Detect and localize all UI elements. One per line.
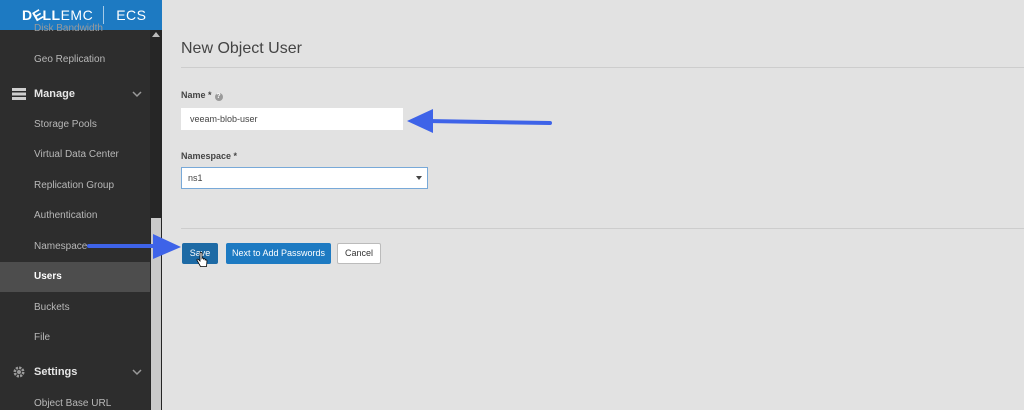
sidebar-item-object-base-url[interactable]: Object Base URL (0, 389, 150, 410)
chevron-down-icon (132, 91, 142, 98)
name-input[interactable] (181, 108, 403, 130)
dellemc-logo: DELLEMC (22, 5, 94, 25)
sidebar-item-buckets[interactable]: Buckets (0, 293, 150, 323)
namespace-label: Namespace * (181, 151, 238, 161)
sidebar-item-geo-replication[interactable]: Geo Replication (0, 45, 150, 75)
manage-icon (12, 88, 26, 100)
hand-cursor-icon (196, 252, 208, 267)
sidebar-group-label: Settings (34, 366, 78, 378)
sidebar-item-authentication[interactable]: Authentication (0, 201, 150, 231)
sidebar-item-users[interactable]: Users (0, 262, 150, 292)
main-content: New Object User Name *? Namespace * ns1 … (162, 0, 1024, 410)
namespace-select[interactable]: ns1 (181, 167, 428, 189)
name-label-row: Name *? (181, 90, 223, 101)
next-to-add-passwords-button[interactable]: Next to Add Passwords (226, 243, 331, 264)
help-icon[interactable]: ? (214, 93, 223, 101)
namespace-selected-value: ns1 (188, 173, 203, 183)
sidebar-item-replication-group[interactable]: Replication Group (0, 171, 150, 201)
sidebar-group-manage[interactable]: Manage (0, 79, 150, 109)
form-divider (181, 228, 1024, 229)
title-divider (181, 67, 1024, 68)
annotation-arrow-name (407, 109, 552, 133)
sidebar-item-virtual-data-center[interactable]: Virtual Data Center (0, 140, 150, 170)
chevron-down-icon (132, 369, 142, 376)
sidebar-scrollbar[interactable] (150, 30, 162, 410)
sidebar-item-storage-pools[interactable]: Storage Pools (0, 110, 150, 140)
sidebar: DELLEMC ECS Disk Bandwidth Geo Replicati… (0, 0, 162, 410)
cancel-button[interactable]: Cancel (337, 243, 381, 264)
sidebar-group-label: Manage (34, 88, 75, 100)
scroll-up-arrow-icon[interactable] (152, 32, 160, 37)
sidebar-item-file[interactable]: File (0, 323, 150, 353)
sidebar-item-disk-bandwidth[interactable]: Disk Bandwidth (0, 24, 150, 36)
annotation-arrow-save (87, 234, 181, 259)
product-name: ECS (116, 7, 147, 23)
brand-separator (103, 6, 105, 24)
sidebar-group-settings[interactable]: Settings (0, 357, 150, 387)
settings-icon (13, 366, 25, 378)
name-label: Name * (181, 90, 212, 100)
caret-down-icon (416, 176, 422, 180)
page-title: New Object User (181, 40, 302, 57)
